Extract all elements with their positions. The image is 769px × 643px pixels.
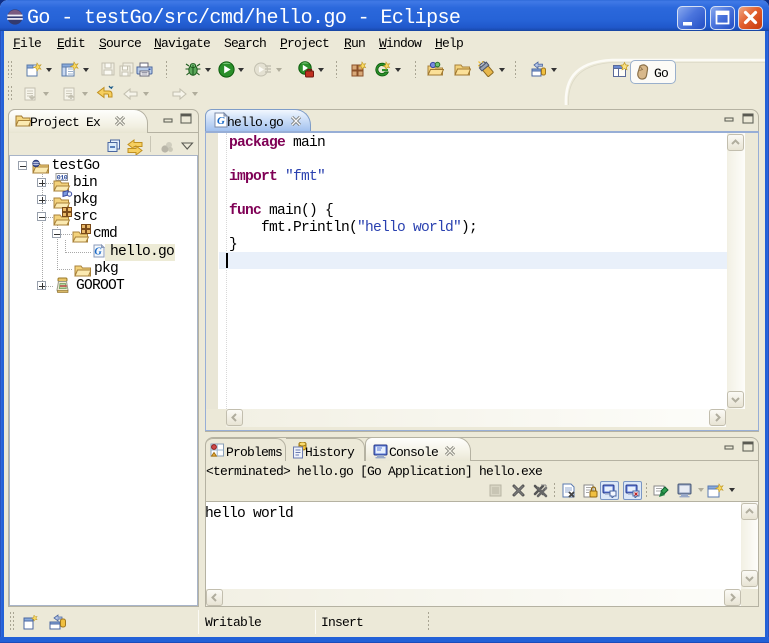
svg-text:G: G [95, 247, 103, 258]
svg-text:010: 010 [57, 175, 68, 182]
svg-text:G: G [217, 115, 225, 127]
